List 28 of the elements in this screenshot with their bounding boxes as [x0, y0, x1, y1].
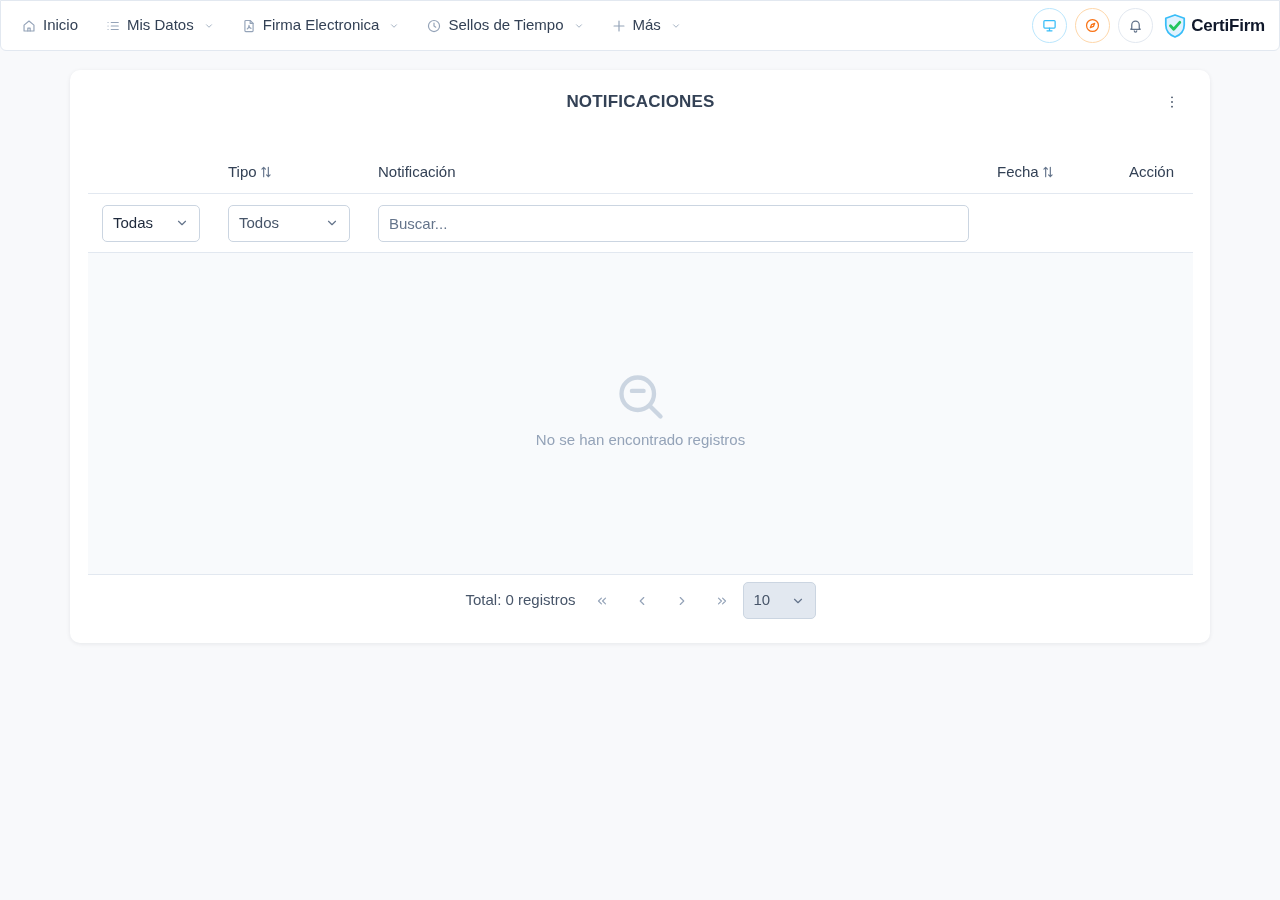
column-header[interactable]: Tipo	[228, 160, 257, 183]
column-header: Acción	[1128, 161, 1174, 182]
column-header: Notificación	[378, 161, 456, 182]
compass-button[interactable]	[1075, 8, 1111, 43]
search-field[interactable]: Buscar...	[378, 204, 969, 242]
compass-icon	[1085, 18, 1101, 33]
nav-link[interactable]: Inicio	[22, 14, 79, 37]
monitor-icon	[1042, 18, 1058, 33]
brand-name: CertiFirm	[1191, 14, 1265, 37]
bell-button[interactable]	[1118, 8, 1154, 43]
column-header[interactable]: Fecha	[997, 160, 1039, 183]
plus-icon	[611, 18, 626, 33]
nav-link[interactable]: Sellos de Tiempo	[427, 14, 584, 37]
total-count: Total: 0 registros	[465, 590, 576, 611]
home-icon	[22, 18, 36, 33]
filter-dropdown[interactable]: Todas	[102, 204, 200, 242]
nav-link[interactable]: Más	[611, 14, 681, 37]
empty-message: No se han encontrado registros	[535, 430, 746, 450]
filter-dropdown[interactable]: Todos	[228, 204, 350, 242]
nav-link[interactable]: Mis Datos	[106, 14, 214, 37]
panel-title: NOTIFICACIONES	[566, 92, 715, 113]
bell-icon	[1128, 18, 1144, 33]
clock-icon	[427, 18, 442, 33]
sort-icon[interactable]	[258, 164, 273, 179]
document-icon	[241, 18, 256, 33]
nav-link[interactable]: Firma Electronica	[241, 14, 400, 37]
sort-icon[interactable]	[1040, 164, 1055, 179]
monitor-button[interactable]	[1032, 8, 1068, 43]
